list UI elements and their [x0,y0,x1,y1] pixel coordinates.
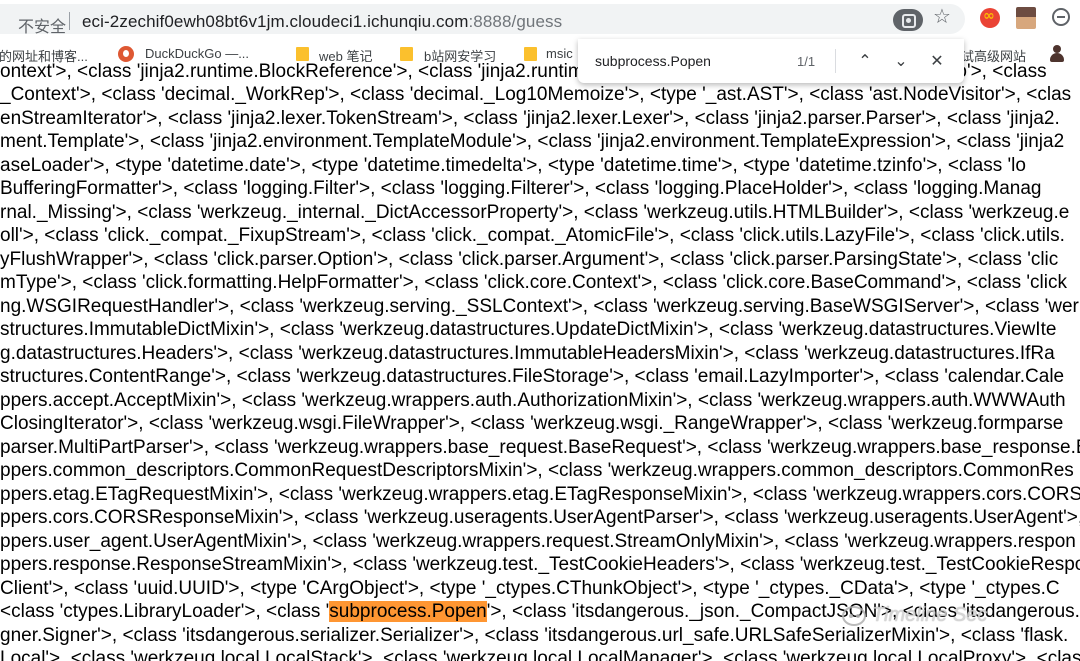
output-line: structures.ImmutableDictMixin'>, <class … [0,319,1057,340]
folder-icon [524,47,537,61]
output-line: ppers.user_agent.UserAgentMixin'>, <clas… [0,530,1076,552]
output-line: ppers.accept.AcceptMixin'>, <class 'werk… [0,389,1066,411]
extension-infinity-icon[interactable] [980,8,1000,28]
output-line: parser.MultiPartParser'>, <class 'werkze… [0,436,1080,458]
find-bar: subprocess.Popen 1/1 ⌃ ⌄ ✕ [578,39,964,83]
output-line: gner.Signer'>, <class 'itsdangerous.seri… [0,624,1069,646]
wechat-icon [842,606,866,626]
extension-minus-icon[interactable] [1052,8,1070,26]
page-content: ontext'>, <class 'jinja2.runtime.BlockRe… [0,61,1080,661]
output-line: enStreamIterator'>, <class 'jinja2.lexer… [0,107,1060,129]
text-before-match: <class 'ctypes.LibraryLoader'>, <class ' [0,600,330,622]
output-line: structures.ContentRange'>, <class 'werkz… [0,366,1065,387]
folder-icon [296,47,309,61]
output-line: ppers.response.ResponseStreamMixin'>, <c… [0,554,1080,575]
output-line: _Context'>, <class 'decimal._WorkRep'>, … [0,84,1072,105]
output-line: aseLoader'>, <type 'datetime.date'>, <ty… [0,154,1026,176]
output-line: oll'>, <class 'click._compat._FixupStrea… [0,225,1065,246]
url-text[interactable]: eci-2zechif0ewh08bt6v1jm.cloudeci1.ichun… [82,12,562,32]
output-line: yFlushWrapper'>, <class 'click.parser.Op… [0,248,1059,270]
output-line: Client'>, <class 'uuid.UUID'>, <type 'CA… [0,577,1060,599]
output-line: ng.WSGIRequestHandler'>, <class 'werkzeu… [0,295,1080,317]
bookmark-folder-msic[interactable]: msic [546,46,573,61]
close-icon[interactable]: ✕ [925,49,949,73]
output-line: Local'>, <class 'werkzeug.local.LocalSta… [0,648,1080,661]
output-line: ClosingIterator'>, <class 'werkzeug.wsgi… [0,413,1064,434]
text-after-match: '>, <class 'itsdangerous._json._CompactJ… [486,600,1080,622]
output-line: ppers.etag.ETagRequestMixin'>, <class 'w… [0,483,1080,505]
duckduckgo-icon [118,46,134,62]
output-line: ppers.common_descriptors.CommonRequestDe… [0,460,1074,481]
address-bar-row: 不安全 eci-2zechif0ewh08bt6v1jm.cloudeci1.i… [0,0,1080,38]
output-line: rnal._Missing'>, <class 'werkzeug._inter… [0,201,1070,223]
output-line: BufferingFormatter'>, <class 'logging.Fi… [0,178,1042,199]
output-line: mType'>, <class 'click.formatting.HelpFo… [0,272,1067,293]
find-separator [835,49,836,73]
bookmark-star-icon[interactable]: ☆ [933,4,951,28]
bookmark-item-duckduckgo[interactable]: DuckDuckGo —... [145,46,249,61]
folder-icon [400,47,413,61]
google-lens-icon[interactable] [893,9,923,31]
find-match-highlight: subprocess.Popen [329,600,487,622]
url-path: :8888/guess [468,12,563,31]
watermark-text: Timeline Sec [872,604,988,626]
find-match-count: 1/1 [797,54,816,69]
output-line: ment.Template'>, <class 'jinja2.environm… [0,131,1065,152]
output-line: ppers.cors.CORSResponseMixin'>, <class '… [0,507,1080,528]
output-line: g.datastructures.Headers'>, <class 'werk… [0,342,1055,364]
address-separator [69,12,70,30]
chevron-up-icon[interactable]: ⌃ [853,49,877,73]
url-host: eci-2zechif0ewh08bt6v1jm.cloudeci1.ichun… [82,12,469,31]
security-status[interactable]: 不安全 [18,13,66,37]
chevron-down-icon[interactable]: ⌄ [889,49,913,73]
extension-avatar-icon[interactable] [1016,7,1036,29]
find-input[interactable]: subprocess.Popen [595,53,711,69]
omnibox[interactable]: 不安全 eci-2zechif0ewh08bt6v1jm.cloudeci1.i… [0,4,965,37]
